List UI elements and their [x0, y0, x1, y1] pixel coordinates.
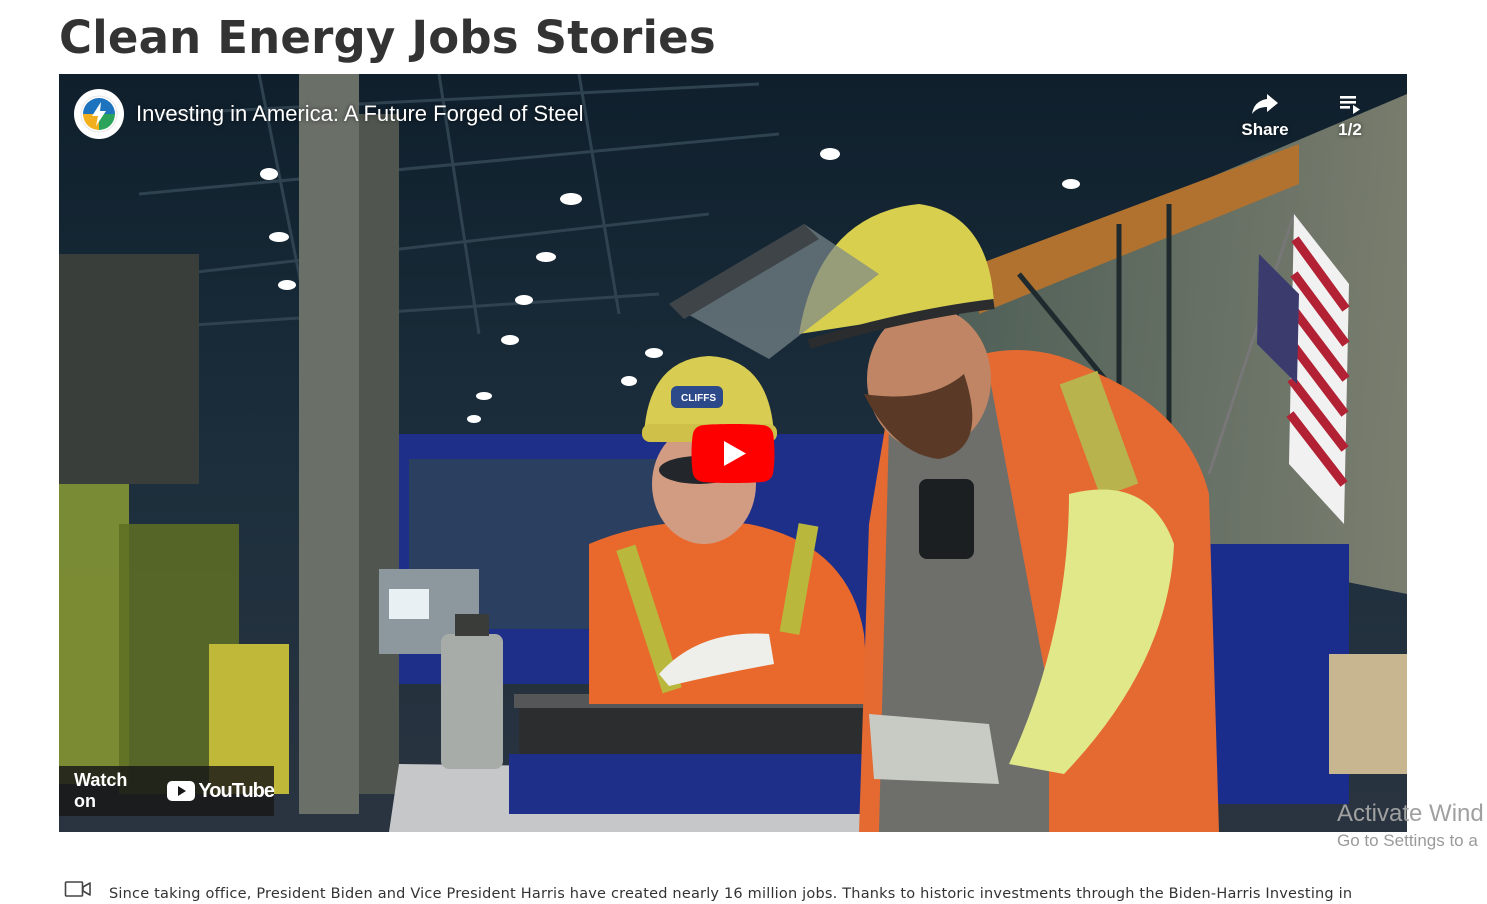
- page-title: Clean Energy Jobs Stories: [59, 11, 716, 64]
- share-icon: [1252, 94, 1278, 114]
- playlist-button[interactable]: 1/2: [1315, 92, 1385, 140]
- youtube-logo: YouTube: [167, 779, 275, 803]
- channel-logo[interactable]: [74, 89, 124, 139]
- channel-logo-icon: [80, 95, 118, 133]
- youtube-wordmark: YouTube: [198, 779, 275, 802]
- watch-on-youtube-button[interactable]: Watch on YouTube: [59, 766, 275, 816]
- watch-on-label: Watch on: [74, 770, 128, 811]
- playlist-position: 1/2: [1338, 120, 1362, 139]
- video-description: Since taking office, President Biden and…: [109, 886, 1353, 902]
- youtube-play-icon: [167, 781, 196, 801]
- youtube-video-embed[interactable]: CLIFFS Investing in America: A Future Fo…: [59, 74, 1407, 832]
- playlist-icon: [1340, 96, 1360, 114]
- play-button[interactable]: [691, 424, 775, 483]
- helmet-brand-text: CLIFFS: [681, 393, 716, 404]
- video-camera-icon: [64, 881, 91, 897]
- share-button[interactable]: Share: [1230, 92, 1300, 140]
- activate-windows-subtitle: Go to Settings to a: [1337, 831, 1478, 850]
- video-title[interactable]: Investing in America: A Future Forged of…: [136, 100, 584, 128]
- share-label: Share: [1241, 120, 1289, 139]
